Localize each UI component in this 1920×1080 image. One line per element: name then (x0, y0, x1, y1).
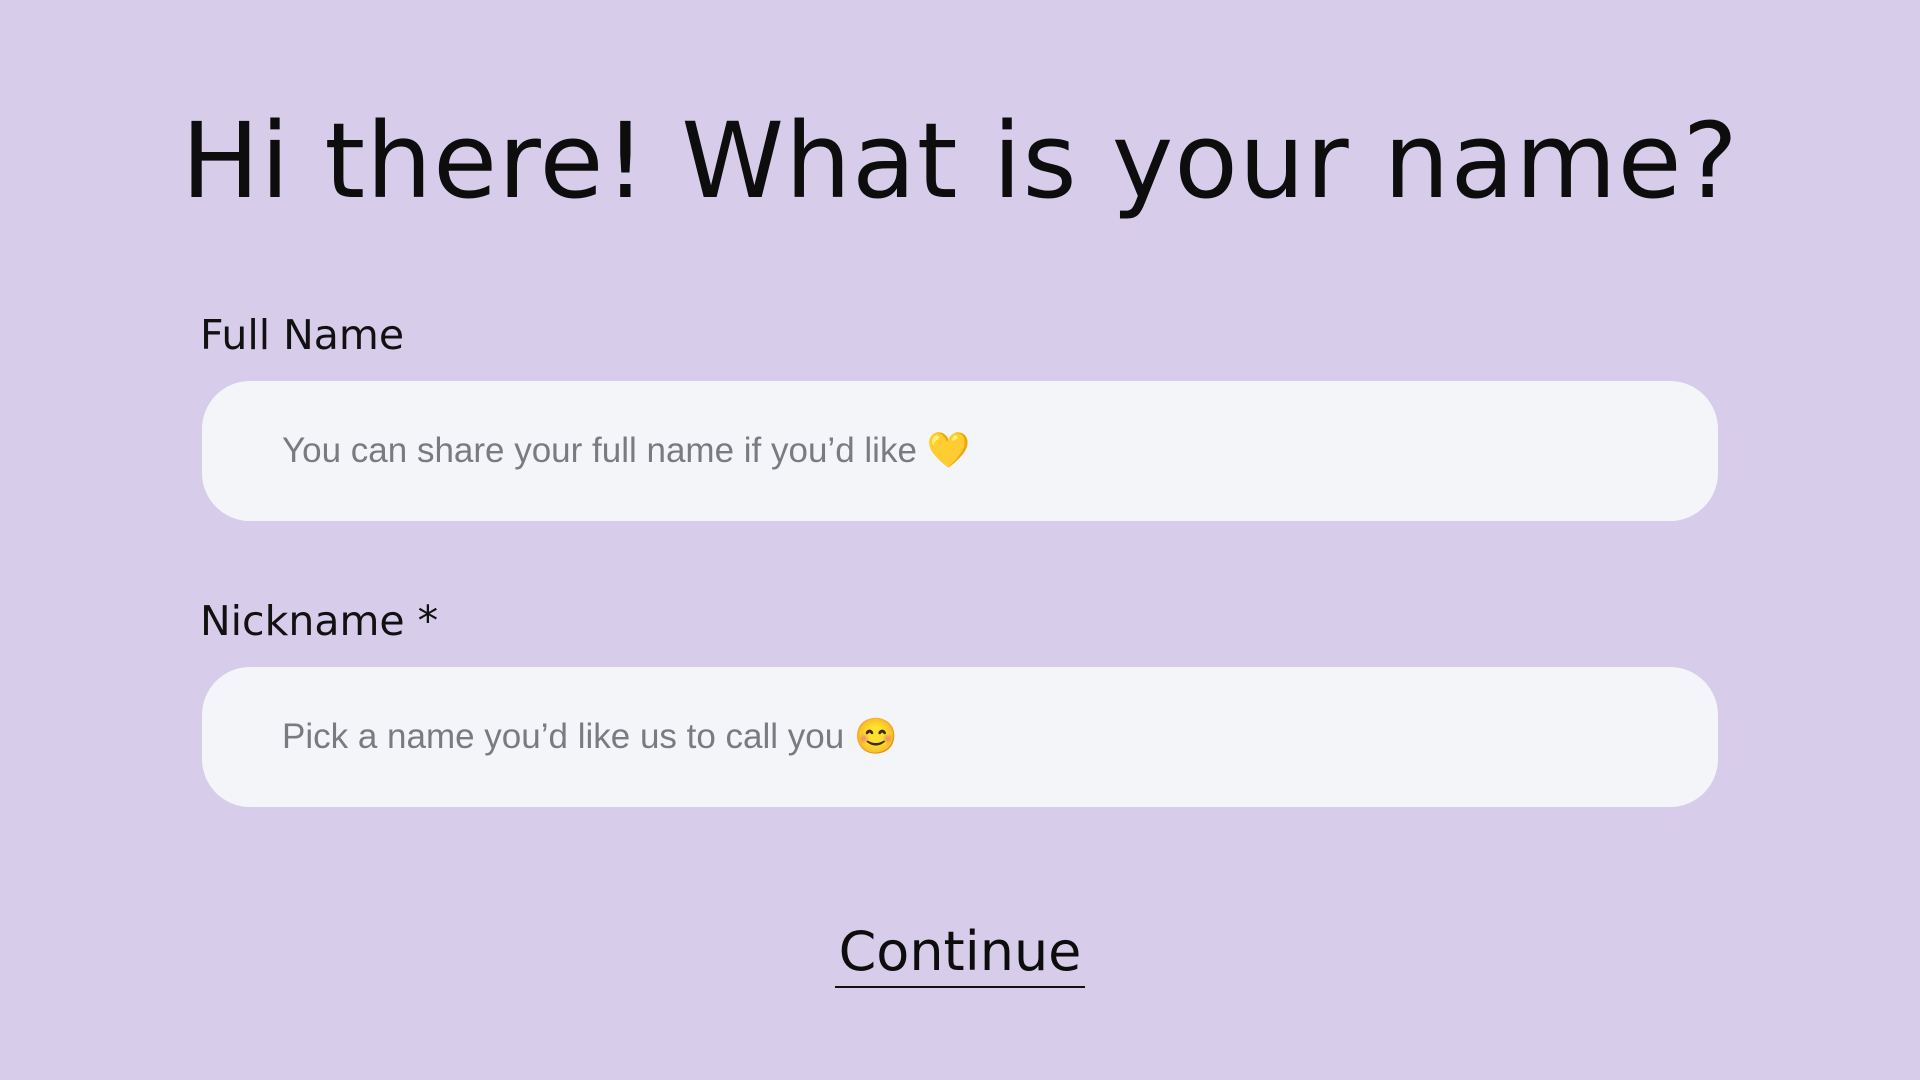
full-name-label: Full Name (200, 311, 405, 359)
nickname-input[interactable] (282, 667, 1638, 807)
nickname-label: Nickname * (200, 597, 439, 645)
name-form-page: Hi there! What is your name? Full Name N… (0, 0, 1920, 1080)
continue-button[interactable]: Continue (835, 918, 1085, 988)
nickname-field (202, 667, 1718, 807)
full-name-field (202, 381, 1718, 521)
page-title: Hi there! What is your name? (181, 100, 1739, 222)
full-name-input[interactable] (282, 381, 1638, 521)
